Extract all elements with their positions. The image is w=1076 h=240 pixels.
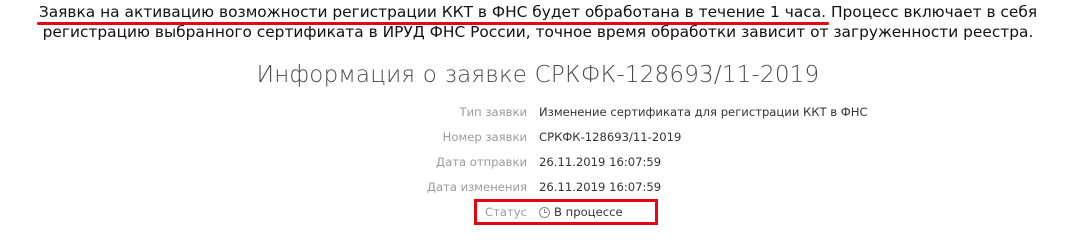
detail-value-number: СРКФК-128693/11-2019 xyxy=(539,130,682,144)
detail-value-sent-date: 26.11.2019 16:07:59 xyxy=(539,155,662,169)
detail-label-type: Тип заявки xyxy=(459,105,528,119)
red-underline-annotation xyxy=(36,22,830,25)
page-title: Информация о заявке СРКФК-128693/11-2019 xyxy=(256,62,820,88)
activation-notice: Заявка на активацию возможности регистра… xyxy=(2,2,1074,42)
detail-label-sent-date: Дата отправки xyxy=(436,155,527,169)
detail-value-changed-date: 26.11.2019 16:07:59 xyxy=(539,180,662,194)
notice-highlight-text: Заявка на активацию возможности регистра… xyxy=(38,3,827,21)
detail-value-type: Изменение сертификата для регистрации КК… xyxy=(539,105,868,119)
detail-row-sent-date: Дата отправки 26.11.2019 16:07:59 xyxy=(0,150,1076,174)
notice-line-1-rest: Процесс включает в себя xyxy=(826,3,1038,21)
detail-label-number: Номер заявки xyxy=(442,130,527,144)
notice-line-2: регистрацию выбранного сертификата в ИРУ… xyxy=(42,23,1034,41)
detail-row-changed-date: Дата изменения 26.11.2019 16:07:59 xyxy=(0,175,1076,199)
detail-label-changed-date: Дата изменения xyxy=(426,180,527,194)
notice-highlight: Заявка на активацию возможности регистра… xyxy=(36,3,830,25)
detail-row-type: Тип заявки Изменение сертификата для рег… xyxy=(0,100,1076,124)
notice-line-1: Заявка на активацию возможности регистра… xyxy=(2,2,1074,25)
status-highlight-box xyxy=(474,199,658,225)
detail-row-number: Номер заявки СРКФК-128693/11-2019 xyxy=(0,125,1076,149)
